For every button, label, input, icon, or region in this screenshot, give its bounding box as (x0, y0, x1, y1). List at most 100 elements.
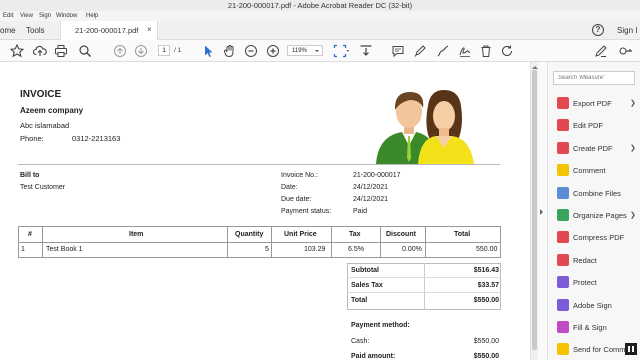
tool-fill-sign[interactable]: Fill & Sign (548, 317, 640, 339)
items-table: # Item Quantity Unit Price Tax Discount … (18, 226, 501, 258)
fill-sign-icon (557, 321, 569, 333)
header-divider (18, 164, 500, 165)
tool-label: Edit PDF (573, 121, 604, 131)
menu-view[interactable]: View (20, 13, 33, 19)
column-header: Quantity (235, 231, 264, 238)
tool-create-pdf[interactable]: Create PDF ❯ (548, 138, 640, 160)
table-cell: 6.5% (348, 246, 364, 253)
company-logo-people (372, 86, 480, 164)
next-page-icon[interactable] (134, 44, 148, 58)
table-cell: 103.29 (304, 246, 326, 253)
paid-amount-label: Paid amount: (351, 353, 396, 360)
table-header-row: # Item Quantity Unit Price Tax Discount … (19, 227, 500, 243)
scroll-mode-icon[interactable] (359, 44, 373, 58)
comment-icon[interactable] (391, 44, 405, 58)
column-header: Item (129, 231, 144, 238)
export-pdf-icon (557, 97, 569, 109)
tool-organize-pages[interactable]: Organize Pages ❯ (548, 205, 640, 227)
star-icon[interactable] (10, 44, 24, 58)
print-icon[interactable] (54, 44, 68, 58)
zoom-in-icon[interactable] (266, 44, 280, 58)
menu-edit[interactable]: Edit (3, 13, 13, 19)
sign-in-link[interactable]: Sign I (617, 26, 637, 35)
highlight-pen-icon[interactable] (413, 44, 427, 58)
pause-icon[interactable] (625, 343, 637, 355)
tool-label: Comment (573, 166, 606, 176)
date-value: 24/12/2021 (353, 184, 389, 191)
search-icon[interactable] (78, 44, 92, 58)
sales-tax-row: Sales Tax $33.57 (347, 279, 501, 293)
menu-sign[interactable]: Sign (39, 13, 51, 19)
menu-help[interactable]: Help (86, 13, 98, 19)
payment-method-title: Payment method: (351, 322, 410, 329)
table-cell: 1 (21, 246, 25, 253)
chevron-right-icon[interactable]: ❯ (630, 144, 636, 152)
zoom-out-icon[interactable] (244, 44, 258, 58)
tool-comment[interactable]: Comment (548, 160, 640, 182)
tool-export-pdf[interactable]: Export PDF ❯ (548, 93, 640, 115)
tab-document[interactable]: 21-200-000017.pdf × (60, 21, 158, 40)
table-cell: Test Book 1 (46, 246, 83, 253)
tab-tools[interactable]: Tools (26, 26, 45, 35)
scrollbar-thumb[interactable] (532, 70, 537, 350)
tool-redact[interactable]: Redact (548, 250, 640, 272)
collapse-arrow-icon (540, 209, 546, 215)
page-number-input[interactable]: 1 (158, 45, 170, 56)
payment-status-value: Paid (353, 208, 368, 215)
tab-home[interactable]: ome (0, 26, 16, 35)
collapse-pane-toggle[interactable] (538, 62, 548, 360)
cash-value: $550.00 (473, 338, 499, 345)
hand-tool-icon[interactable] (223, 44, 237, 58)
column-header: Discount (386, 231, 416, 238)
tool-label: Redact (573, 255, 597, 265)
tool-edit-pdf[interactable]: Edit PDF (548, 115, 640, 137)
page-total: / 1 (174, 47, 182, 54)
send-for-comment-icon (557, 343, 569, 356)
organize-pages-icon (557, 209, 569, 221)
vertical-scrollbar[interactable] (530, 62, 538, 360)
sign-icon[interactable] (458, 44, 472, 58)
menu-window[interactable]: Window (56, 13, 77, 19)
invoice-number-value: 21-200-000017 (353, 172, 401, 179)
total-label: Total (351, 297, 368, 304)
tool-adobe-sign[interactable]: Adobe Sign (548, 295, 640, 317)
compress-pdf-icon (557, 231, 569, 244)
protect-icon (557, 276, 569, 289)
total-value: $550.00 (473, 297, 499, 304)
zoom-level-select[interactable]: 119% (287, 45, 323, 56)
phone-label: Phone: (20, 134, 44, 143)
help-icon[interactable]: ? (592, 24, 604, 36)
chevron-right-icon[interactable]: ❯ (630, 99, 636, 107)
table-cell: 550.00 (476, 246, 498, 253)
fit-page-icon[interactable] (333, 44, 349, 58)
due-date-value: 24/12/2021 (353, 196, 389, 203)
tools-search-input[interactable] (553, 71, 635, 85)
select-cursor-icon[interactable] (201, 44, 215, 58)
bill-to-customer: Test Customer (20, 184, 66, 191)
tool-label: Combine Files (573, 188, 621, 198)
payment-status-label: Payment status: (281, 208, 332, 215)
cash-label: Cash: (351, 338, 370, 345)
bill-to-label: Bill to (20, 172, 40, 179)
invoice-title: INVOICE (20, 89, 62, 100)
edit-pdf-icon (557, 119, 569, 132)
total-row: Total $550.00 (347, 294, 501, 308)
tool-label: Export PDF (573, 99, 612, 108)
close-tab-icon[interactable]: × (147, 25, 152, 34)
share-icon[interactable] (619, 44, 633, 58)
upload-cloud-icon[interactable] (33, 44, 47, 58)
rotate-icon[interactable] (500, 44, 514, 58)
tool-compress-pdf[interactable]: Compress PDF (548, 227, 640, 249)
tool-label: Protect (573, 278, 597, 288)
tool-combine-files[interactable]: Combine Files (548, 183, 640, 205)
create-pdf-icon (557, 141, 569, 154)
table-cell: 5 (265, 246, 269, 253)
chevron-right-icon[interactable]: ❯ (630, 211, 636, 219)
company-name: Azeem company (20, 106, 84, 115)
delete-icon[interactable] (479, 44, 493, 58)
edit-sign-icon[interactable] (594, 44, 608, 58)
tool-protect[interactable]: Protect (548, 272, 640, 294)
previous-page-icon[interactable] (113, 44, 127, 58)
draw-icon[interactable] (436, 44, 450, 58)
tool-label: Send for Comm (573, 345, 626, 355)
